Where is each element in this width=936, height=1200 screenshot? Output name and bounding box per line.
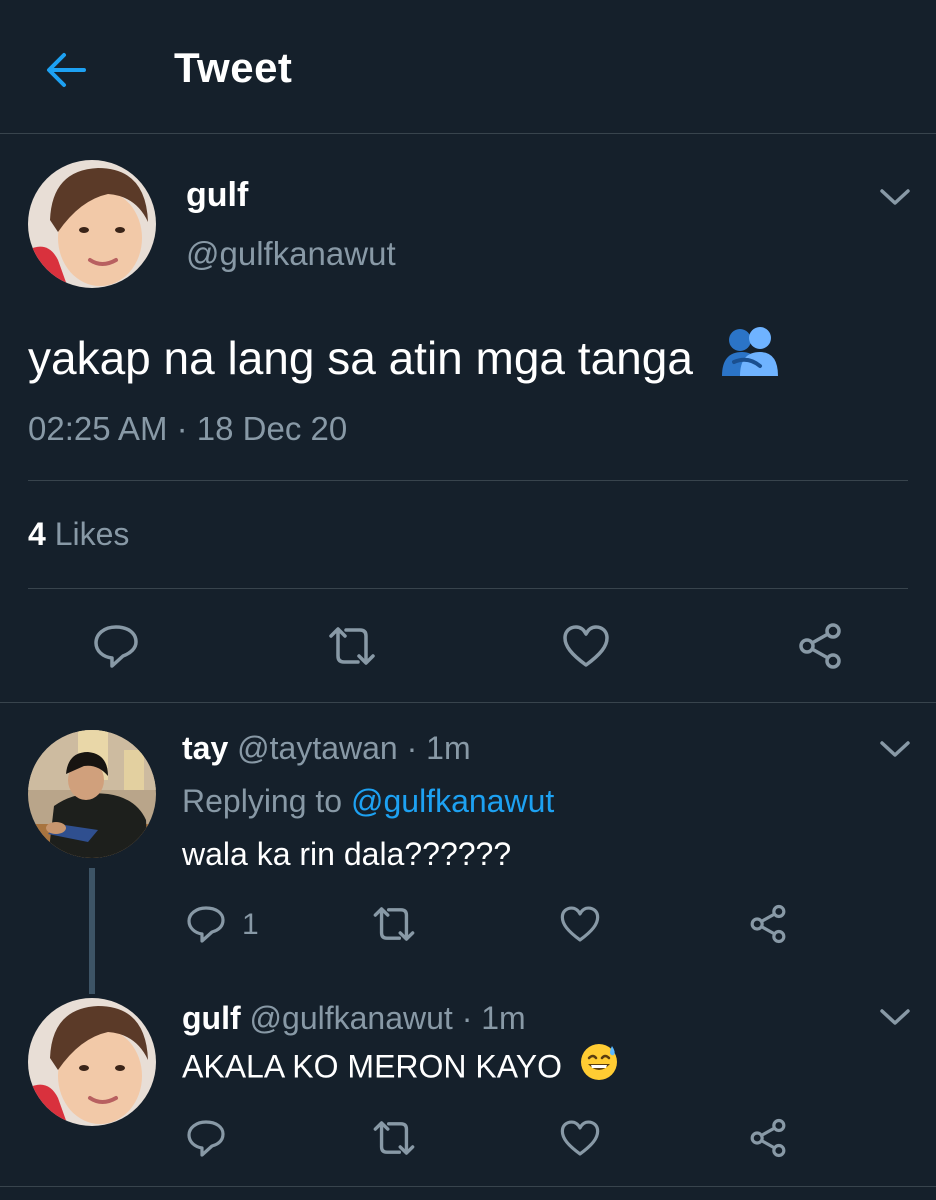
reply-header: tay @taytawan · 1m — [182, 730, 471, 767]
replying-to: Replying to @gulfkanawut — [182, 783, 554, 820]
like-icon[interactable] — [550, 1108, 610, 1168]
author-name[interactable]: tay — [182, 730, 228, 766]
avatar[interactable] — [28, 730, 156, 858]
page-title: Tweet — [174, 44, 293, 91]
back-arrow-icon[interactable] — [44, 50, 88, 90]
tweet-text: yakap na lang sa atin mga tanga — [28, 326, 780, 388]
share-icon[interactable] — [738, 894, 798, 954]
divider — [0, 1186, 936, 1187]
replying-to-handle[interactable]: @gulfkanawut — [351, 783, 554, 819]
avatar[interactable] — [28, 160, 156, 288]
avatar[interactable] — [28, 998, 156, 1126]
reply-icon[interactable] — [176, 1108, 236, 1168]
like-icon[interactable] — [550, 894, 610, 954]
retweet-icon[interactable] — [322, 616, 382, 676]
chevron-down-icon[interactable] — [878, 1006, 912, 1028]
thread-connector — [89, 868, 95, 994]
author-handle[interactable]: @gulfkanawut — [186, 235, 396, 273]
divider — [28, 480, 908, 481]
retweet-icon[interactable] — [364, 894, 424, 954]
author-meta[interactable]: @taytawan · 1m — [237, 730, 470, 766]
reply-icon[interactable] — [86, 616, 146, 676]
share-icon[interactable] — [790, 616, 850, 676]
chevron-down-icon[interactable] — [878, 738, 912, 760]
likes-stat[interactable]: 4 Likes — [28, 516, 129, 553]
hug-emoji-icon — [720, 326, 780, 388]
reply-count: 1 — [242, 908, 259, 941]
top-bar — [0, 0, 936, 134]
share-icon[interactable] — [738, 1108, 798, 1168]
reply-text: wala ka rin dala?????? — [182, 836, 512, 872]
reply-text: AKALA KO MERON KAYO — [182, 1044, 619, 1090]
reply-text-content: AKALA KO MERON KAYO — [182, 1048, 562, 1085]
replying-to-label: Replying to — [182, 783, 343, 819]
likes-label: Likes — [54, 516, 130, 552]
reply-icon[interactable] — [176, 894, 236, 954]
author-meta[interactable]: @gulfkanawut · 1m — [250, 1000, 526, 1036]
divider — [28, 588, 908, 589]
sweat-smile-emoji-icon — [579, 1042, 619, 1090]
author-name[interactable]: gulf — [186, 176, 248, 215]
tweet-text-content: yakap na lang sa atin mga tanga — [28, 332, 693, 384]
author-name[interactable]: gulf — [182, 1000, 241, 1036]
divider — [0, 702, 936, 703]
like-icon[interactable] — [556, 616, 616, 676]
likes-count: 4 — [28, 516, 46, 552]
tweet-timestamp[interactable]: 02:25 AM · 18 Dec 20 — [28, 410, 347, 448]
chevron-down-icon[interactable] — [878, 186, 912, 208]
reply-header: gulf @gulfkanawut · 1m — [182, 1000, 526, 1037]
retweet-icon[interactable] — [364, 1108, 424, 1168]
